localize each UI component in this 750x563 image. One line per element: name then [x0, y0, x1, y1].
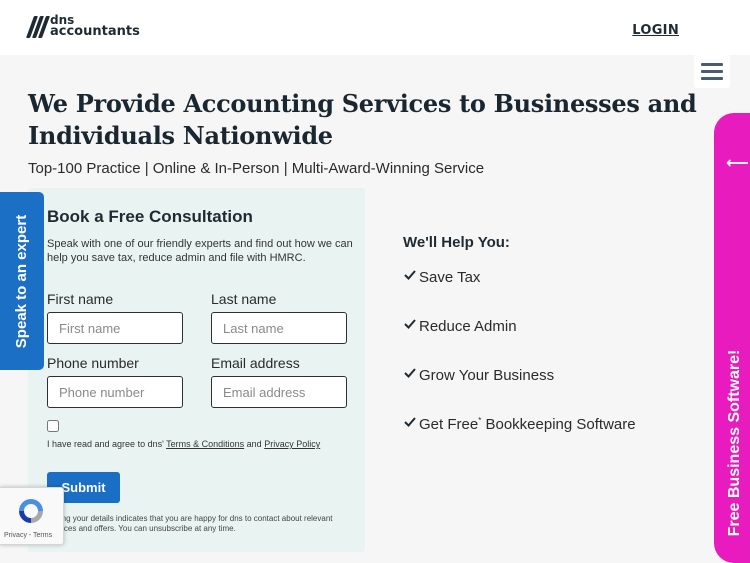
first-name-input[interactable]: [47, 312, 183, 344]
form-intro: Speak with one of our friendly experts a…: [47, 238, 353, 264]
agree-text: I have read and agree to dns' Terms & Co…: [47, 439, 347, 450]
recaptcha-links[interactable]: Privacy - Terms: [4, 532, 52, 539]
agree-prefix: I have read and agree to dns': [47, 439, 167, 449]
logo-text: dns accountants: [50, 14, 140, 39]
privacy-link[interactable]: Privacy Policy: [264, 439, 320, 449]
check-icon: [404, 368, 416, 378]
page-headline: We Provide Accounting Services to Busine…: [28, 89, 697, 150]
help-item-text: Save Tax: [419, 269, 481, 286]
help-item-text: Get Free* Bookkeeping Software: [419, 416, 636, 433]
help-item-text: Grow Your Business: [419, 367, 555, 384]
check-icon: [404, 319, 416, 329]
first-name-label: First name: [47, 291, 114, 307]
login-link[interactable]: LOGIN: [632, 23, 679, 38]
hamburger-menu-icon[interactable]: [694, 54, 730, 88]
speak-to-expert-tab[interactable]: Speak to an expert: [0, 192, 44, 370]
software-tab-label: Free Business Software!: [726, 349, 743, 537]
help-item: Grow Your Business: [403, 367, 703, 416]
speak-tab-label: Speak to an expert: [13, 214, 31, 348]
last-name-input[interactable]: [211, 312, 347, 344]
logo-mark-icon: [25, 14, 51, 38]
email-input[interactable]: [211, 376, 347, 408]
agree-checkbox[interactable]: [47, 420, 59, 432]
arrow-left-icon: ⟵: [726, 153, 749, 172]
help-item: Reduce Admin: [403, 318, 703, 367]
last-name-label: Last name: [211, 291, 277, 307]
help-list: We'll Help You: Save Tax Reduce Admin Gr…: [403, 234, 703, 465]
phone-input[interactable]: [47, 376, 183, 408]
check-icon: [404, 417, 416, 427]
email-label: Email address: [211, 355, 300, 371]
help-title: We'll Help You:: [403, 234, 510, 251]
top-navigation-bar: dns accountants LOGIN: [0, 0, 750, 55]
recaptcha-badge[interactable]: Privacy - Terms: [0, 487, 64, 545]
form-disclaimer: mitting your details indicates that you …: [47, 514, 333, 533]
dns-accountants-logo[interactable]: dns accountants: [25, 14, 140, 39]
check-icon: [404, 270, 416, 280]
help-item: Get Free* Bookkeeping Software: [403, 416, 703, 465]
agree-and: and: [244, 439, 265, 449]
page-subheadline: Top-100 Practice | Online & In-Person | …: [28, 160, 485, 177]
terms-link[interactable]: Terms & Conditions: [166, 439, 244, 449]
logo-line-2: accountants: [50, 24, 140, 39]
free-software-tab[interactable]: ⟵ Free Business Software!: [714, 113, 750, 563]
phone-label: Phone number: [47, 355, 139, 371]
help-item: Save Tax: [403, 269, 703, 318]
recaptcha-icon: [19, 499, 43, 523]
form-title: Book a Free Consultation: [47, 207, 253, 226]
help-item-text: Reduce Admin: [419, 318, 517, 335]
consultation-form: Book a Free Consultation Speak with one …: [28, 188, 365, 552]
